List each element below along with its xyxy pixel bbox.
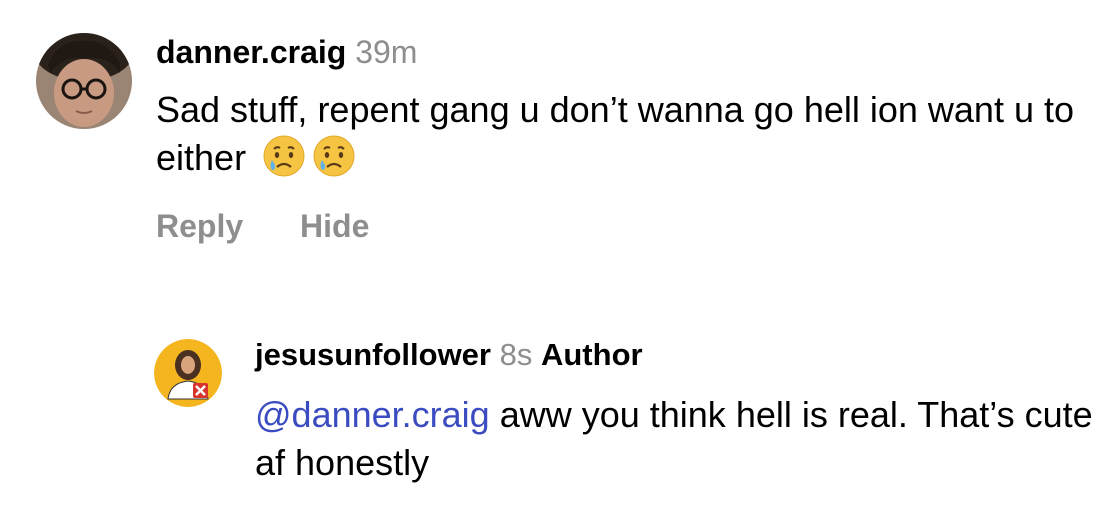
- reply-text-block: @danner.craig aww you think hell is real…: [255, 391, 1105, 487]
- crying-face-emoji: [312, 134, 356, 178]
- comment-username[interactable]: danner.craig: [156, 34, 346, 70]
- mention-link[interactable]: @danner.craig: [255, 394, 490, 435]
- comment-text-block: Sad stuff, repent gang u don’t wanna go …: [156, 86, 1106, 182]
- author-badge: Author: [540, 337, 643, 372]
- jesus-unfollow-icon: [154, 339, 222, 407]
- author-avatar[interactable]: [154, 339, 222, 407]
- comment-actions: Reply Hide: [156, 208, 417, 245]
- avatar-photo: [36, 33, 132, 129]
- commenter-avatar[interactable]: [36, 33, 132, 129]
- reply-timestamp: 8s: [499, 337, 533, 372]
- hide-button[interactable]: Hide: [300, 208, 369, 244]
- reply-header: jesusunfollower 8s Author: [255, 337, 643, 373]
- reply-button[interactable]: Reply: [156, 208, 243, 244]
- crying-face-emoji: [262, 134, 306, 178]
- reply-username[interactable]: jesusunfollower: [255, 337, 491, 372]
- comment-header: danner.craig 39m: [156, 34, 417, 71]
- comment-timestamp: 39m: [355, 34, 418, 70]
